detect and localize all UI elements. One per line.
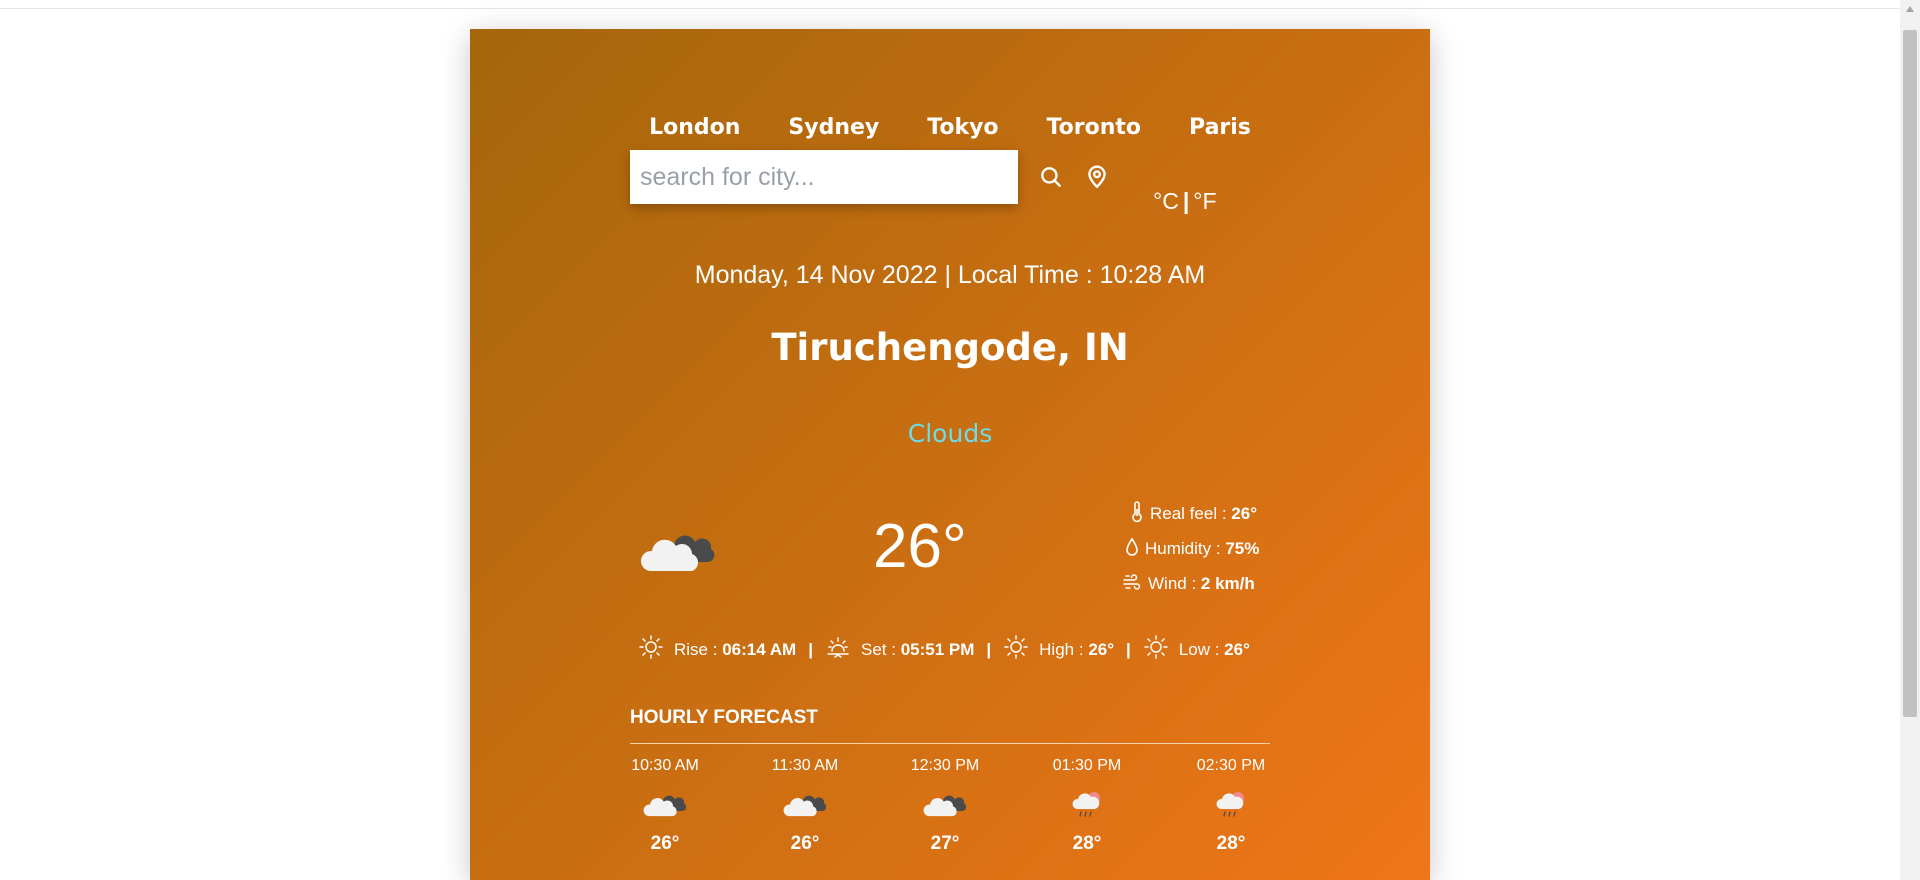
cloud-icon xyxy=(745,789,865,821)
sunrise-label: Rise : xyxy=(674,639,718,659)
high-temp-value: 26° xyxy=(1088,639,1115,659)
sunset-label: Set : xyxy=(860,639,896,659)
real-feel-value: 26° xyxy=(1231,504,1257,523)
low-temp-label: Low : xyxy=(1178,639,1220,659)
sunset-value: 05:51 PM xyxy=(900,639,975,659)
hourly-temp: 28° xyxy=(1072,833,1102,854)
cloud-icon xyxy=(640,525,716,579)
hourly-time: 12:30 PM xyxy=(910,757,980,774)
hourly-item: 02:30 PM 28° xyxy=(1171,757,1291,855)
sunset-icon xyxy=(825,634,861,665)
weather-card: LondonSydneyTokyoTorontoParis °C|°F Mond… xyxy=(470,29,1430,880)
city-link-london[interactable]: London xyxy=(649,115,740,140)
cloud-icon xyxy=(885,789,1005,821)
hourly-time: 11:30 AM xyxy=(771,757,839,774)
sun-icon xyxy=(638,634,674,665)
hourly-forecast-title: HOURLY FORECAST xyxy=(630,707,818,728)
hourly-temp: 26° xyxy=(790,833,820,854)
city-search-input[interactable] xyxy=(630,150,1018,204)
real-feel-row: Real feel : 26° xyxy=(1130,500,1257,528)
scroll-up-arrow-icon[interactable] xyxy=(1906,6,1914,12)
fahrenheit-button[interactable]: °F xyxy=(1193,188,1216,214)
unit-separator: | xyxy=(1182,188,1190,214)
sun-info-row: Rise : 06:14 AM | Set : 05:51 PM | High … xyxy=(638,634,1250,665)
local-datetime: Monday, 14 Nov 2022 | Local Time : 10:28… xyxy=(694,261,1206,289)
wind-icon xyxy=(1122,573,1148,596)
unit-toggle: °C | °F xyxy=(1153,188,1217,215)
cloud-icon xyxy=(605,789,725,821)
search-icon[interactable] xyxy=(1038,164,1064,190)
browser-top-border xyxy=(0,8,1900,9)
current-temperature: 26° xyxy=(873,512,967,581)
celsius-button[interactable]: °C xyxy=(1153,188,1179,214)
high-temp-item: High : 26° xyxy=(1003,634,1114,665)
separator: | xyxy=(986,639,992,659)
city-quick-links: London Sydney Tokyo Toronto Paris xyxy=(470,115,1430,140)
wind-value: 2 km/h xyxy=(1200,574,1255,593)
high-temp-label: High : xyxy=(1039,639,1084,659)
sun-icon xyxy=(1003,634,1039,665)
hourly-item: 10:30 AM 26° xyxy=(605,757,725,855)
hourly-temp: 28° xyxy=(1216,833,1246,854)
scrollbar-thumb[interactable] xyxy=(1903,30,1917,717)
weather-condition: Clouds xyxy=(907,419,993,448)
droplet-icon xyxy=(1125,537,1145,562)
separator: | xyxy=(808,639,813,659)
hourly-time: 02:30 PM xyxy=(1196,757,1266,774)
humidity-label: Humidity : xyxy=(1145,539,1221,558)
low-temp-value: 26° xyxy=(1224,639,1250,659)
rain-cloud-icon xyxy=(1027,789,1147,821)
hourly-temp: 26° xyxy=(650,833,680,854)
real-feel-label: Real feel : xyxy=(1150,504,1227,523)
hourly-time: 01:30 PM xyxy=(1052,757,1122,774)
hourly-temp: 27° xyxy=(930,833,960,854)
city-link-toronto[interactable]: Toronto xyxy=(1047,115,1141,140)
rain-cloud-icon xyxy=(1171,789,1291,821)
hourly-item: 01:30 PM 28° xyxy=(1027,757,1147,855)
page-scrollbar[interactable] xyxy=(1900,0,1920,880)
separator: | xyxy=(1126,639,1131,659)
city-link-paris[interactable]: Paris xyxy=(1189,115,1251,140)
thermometer-icon xyxy=(1130,500,1150,528)
wind-row: Wind : 2 km/h xyxy=(1122,572,1255,596)
city-link-tokyo[interactable]: Tokyo xyxy=(927,115,998,140)
wind-label: Wind : xyxy=(1148,574,1197,593)
city-link-sydney[interactable]: Sydney xyxy=(788,115,879,140)
hourly-time: 10:30 AM xyxy=(631,757,699,774)
map-pin-icon[interactable] xyxy=(1084,164,1110,190)
humidity-row: Humidity : 75% xyxy=(1125,537,1259,561)
low-temp-item: Low : 26° xyxy=(1143,634,1250,665)
sunrise-value: 06:14 AM xyxy=(722,639,797,659)
city-name: Tiruchengode, IN xyxy=(771,326,1129,369)
sunrise-item: Rise : 06:14 AM xyxy=(638,634,796,665)
hourly-item: 12:30 PM 27° xyxy=(885,757,1005,855)
sunset-item: Set : 05:51 PM xyxy=(825,634,974,665)
hourly-forecast-divider xyxy=(630,743,1270,744)
sun-icon xyxy=(1143,634,1179,665)
hourly-item: 11:30 AM 26° xyxy=(745,757,865,855)
humidity-value: 75% xyxy=(1225,539,1260,558)
